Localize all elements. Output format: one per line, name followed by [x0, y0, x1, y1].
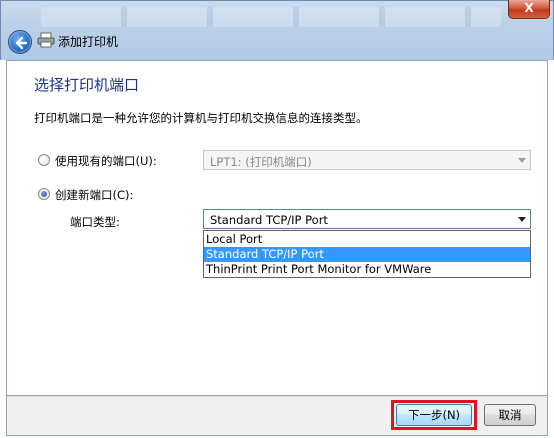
annotation-highlight-box: [391, 400, 477, 430]
existing-port-value: LPT1: (打印机端口): [210, 155, 312, 169]
port-type-value: Standard TCP/IP Port: [210, 213, 328, 227]
port-option-tcpip[interactable]: Standard TCP/IP Port: [204, 247, 530, 262]
back-button[interactable]: [8, 30, 32, 54]
cancel-button[interactable]: 取消: [484, 404, 536, 426]
chevron-down-icon: [518, 217, 526, 222]
port-type-dropdown-list: Local Port Standard TCP/IP Port ThinPrin…: [203, 230, 531, 278]
printer-icon: [37, 32, 55, 48]
use-existing-port-label[interactable]: 使用现有的端口(U):: [55, 153, 157, 169]
chevron-down-icon: [518, 158, 526, 163]
background-taskbar-blur: [41, 7, 501, 27]
title-bar: [0, 0, 554, 60]
use-existing-port-radio[interactable]: [38, 154, 50, 166]
page-heading: 选择打印机端口: [34, 76, 140, 94]
create-new-port-radio[interactable]: [38, 188, 50, 200]
page-description: 打印机端口是一种允许您的计算机与打印机交换信息的连接类型。: [34, 111, 368, 125]
port-option-local[interactable]: Local Port: [204, 232, 530, 247]
create-new-port-label[interactable]: 创建新端口(C):: [55, 187, 133, 203]
radio-dot: [41, 191, 47, 197]
port-option-thinprint[interactable]: ThinPrint Print Port Monitor for VMWare: [204, 262, 530, 277]
close-button[interactable]: X: [508, 0, 550, 19]
window-title: 添加打印机: [58, 35, 119, 49]
port-type-combo[interactable]: Standard TCP/IP Port: [203, 209, 531, 229]
back-arrow-icon: [15, 36, 28, 50]
port-type-label: 端口类型:: [70, 215, 120, 229]
existing-port-combo: LPT1: (打印机端口): [203, 150, 531, 170]
